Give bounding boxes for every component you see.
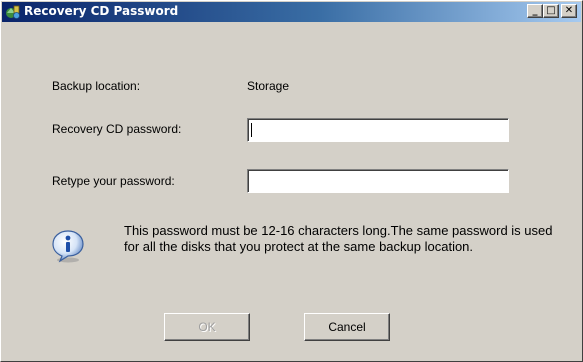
cancel-button[interactable]: Cancel <box>304 313 390 341</box>
backup-location-label: Backup location: <box>52 79 141 93</box>
recovery-password-field[interactable] <box>247 118 509 142</box>
info-icon <box>52 230 84 263</box>
password-info-message: This password must be 12-16 characters l… <box>124 223 553 254</box>
maximize-button[interactable]: □ <box>543 4 559 18</box>
backup-location-value: Storage <box>247 79 290 93</box>
text-caret <box>251 123 252 137</box>
title-bar[interactable]: Recovery CD Password _ □ ✕ <box>2 2 581 22</box>
retype-password-field[interactable] <box>247 169 509 193</box>
ok-button[interactable]: OK <box>164 313 250 341</box>
recovery-password-label: Recovery CD password: <box>52 122 182 136</box>
close-icon: ✕ <box>564 5 574 16</box>
recovery-cd-password-dialog: Recovery CD Password _ □ ✕ Backup locati… <box>0 0 583 362</box>
minimize-button[interactable]: _ <box>527 4 543 18</box>
close-button[interactable]: ✕ <box>561 4 577 18</box>
recovery-app-icon <box>6 5 20 19</box>
minimize-icon: _ <box>532 5 538 16</box>
maximize-icon: □ <box>546 5 556 16</box>
window-title: Recovery CD Password <box>24 4 179 18</box>
retype-password-label: Retype your password: <box>52 174 175 188</box>
